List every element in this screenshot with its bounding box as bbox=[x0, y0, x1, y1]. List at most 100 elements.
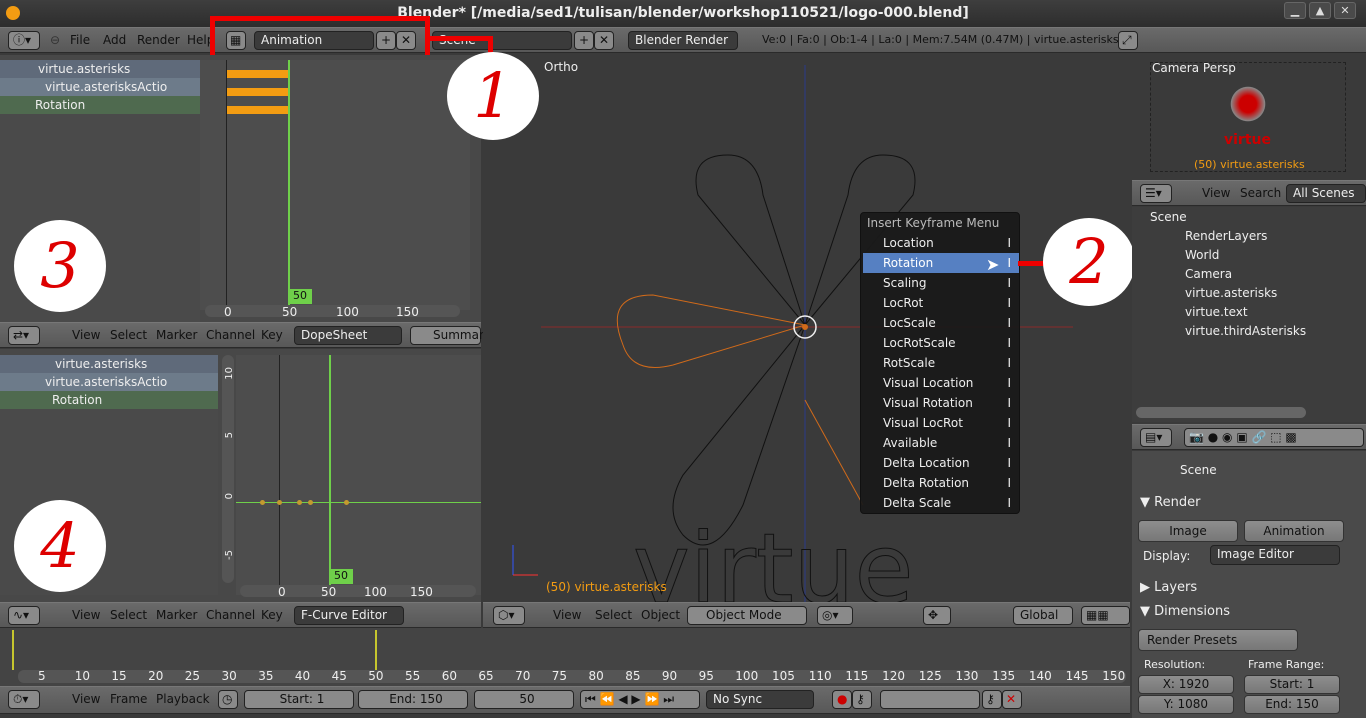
keyframe-point[interactable] bbox=[260, 500, 265, 505]
menu-add[interactable]: Add bbox=[103, 33, 126, 47]
outliner-row-world[interactable]: World bbox=[1185, 246, 1219, 265]
dopesheet-grid[interactable] bbox=[200, 60, 470, 310]
resolution-x-field[interactable]: X: 1920 bbox=[1138, 675, 1234, 694]
keyframe-point[interactable] bbox=[297, 500, 302, 505]
timeline-current-frame[interactable] bbox=[375, 630, 377, 670]
outliner-row-camera[interactable]: Camera bbox=[1185, 265, 1232, 284]
timeline-start-field[interactable]: Start: 1 bbox=[244, 690, 354, 709]
frame-end-field[interactable]: End: 150 bbox=[1244, 695, 1340, 714]
menu-search[interactable]: Search bbox=[1240, 186, 1281, 200]
menu-view[interactable]: View bbox=[553, 608, 581, 622]
channel-action[interactable]: virtue.asterisksActio bbox=[0, 78, 200, 96]
menu-item-delta-rotation[interactable]: Delta Rotation I bbox=[863, 473, 1019, 493]
outliner-row-third-asterisks[interactable]: virtue.thirdAsterisks bbox=[1185, 322, 1306, 341]
menu-channel[interactable]: Channel bbox=[206, 328, 255, 342]
mode-select[interactable]: Object Mode bbox=[687, 606, 807, 625]
menu-item-locscale[interactable]: LocScale I bbox=[863, 313, 1019, 333]
channel-action[interactable]: virtue.asterisksActio bbox=[0, 373, 218, 391]
editor-type-icon[interactable]: ⬡▾ bbox=[493, 606, 525, 625]
menu-item-delta-location[interactable]: Delta Location I bbox=[863, 453, 1019, 473]
timeline-end-field[interactable]: End: 150 bbox=[358, 690, 468, 709]
menu-item-location[interactable]: Location I bbox=[863, 233, 1019, 253]
graph-v-scrollbar[interactable] bbox=[222, 355, 234, 583]
outliner-row-virtue-asterisks[interactable]: virtue.asterisks bbox=[1185, 284, 1277, 303]
editor-type-icon[interactable]: ⓘ▾ bbox=[8, 31, 40, 50]
minimize-button[interactable]: ▁ bbox=[1284, 2, 1306, 19]
insert-key-icon[interactable]: ⚷ bbox=[982, 690, 1002, 709]
graph-mode-select[interactable]: F-Curve Editor bbox=[294, 606, 404, 625]
current-frame-field[interactable]: 50 bbox=[474, 690, 574, 709]
menu-item-visual-locrot[interactable]: Visual LocRot I bbox=[863, 413, 1019, 433]
render-engine-select[interactable]: Blender Render bbox=[628, 31, 738, 50]
current-frame-line[interactable] bbox=[329, 355, 331, 595]
keyframe-point[interactable] bbox=[308, 500, 313, 505]
outliner-row-virtue-text[interactable]: virtue.text bbox=[1185, 303, 1248, 322]
keyframe-point[interactable] bbox=[277, 500, 282, 505]
collapse-icon[interactable]: ⊖ bbox=[50, 33, 60, 47]
menu-object[interactable]: Object bbox=[641, 608, 680, 622]
preview-range-icon[interactable]: ◷ bbox=[218, 690, 238, 709]
render-image-button[interactable]: Image bbox=[1138, 520, 1238, 542]
editor-type-icon[interactable]: ☰▾ bbox=[1140, 184, 1172, 203]
menu-item-visual-rotation[interactable]: Visual Rotation I bbox=[863, 393, 1019, 413]
resolution-y-field[interactable]: Y: 1080 bbox=[1138, 695, 1234, 714]
channel-object[interactable]: virtue.asterisks bbox=[0, 60, 200, 78]
keyframe-point[interactable] bbox=[344, 500, 349, 505]
menu-item-available[interactable]: Available I bbox=[863, 433, 1019, 453]
menu-view[interactable]: View bbox=[72, 328, 100, 342]
keying-icon[interactable]: ⚷ bbox=[852, 690, 872, 709]
remove-scene-icon[interactable]: ✕ bbox=[594, 31, 614, 50]
summary-toggle[interactable]: Summary bbox=[410, 326, 491, 345]
menu-item-locrotscale[interactable]: LocRotScale I bbox=[863, 333, 1019, 353]
frame-start-field[interactable]: Start: 1 bbox=[1244, 675, 1340, 694]
display-select[interactable]: Image Editor bbox=[1210, 545, 1340, 565]
editor-type-icon[interactable]: ▤▾ bbox=[1140, 428, 1172, 447]
manipulator-icon[interactable]: ✥ bbox=[923, 606, 951, 625]
menu-key[interactable]: Key bbox=[261, 328, 283, 342]
menu-playback[interactable]: Playback bbox=[156, 692, 210, 706]
layers-panel-header[interactable]: ▶ Layers bbox=[1140, 580, 1197, 595]
menu-render[interactable]: Render bbox=[137, 33, 180, 47]
editor-type-icon[interactable]: ⇄▾ bbox=[8, 326, 40, 345]
menu-marker[interactable]: Marker bbox=[156, 608, 197, 622]
menu-frame[interactable]: Frame bbox=[110, 692, 147, 706]
menu-select[interactable]: Select bbox=[110, 328, 147, 342]
menu-item-delta-scale[interactable]: Delta Scale I bbox=[863, 493, 1019, 513]
render-animation-button[interactable]: Animation bbox=[1244, 520, 1344, 542]
maximize-button[interactable]: ▲ bbox=[1309, 2, 1331, 19]
fullscreen-icon[interactable]: ⤢ bbox=[1118, 31, 1138, 50]
orientation-select[interactable]: Global bbox=[1013, 606, 1073, 625]
channel-rotation[interactable]: Rotation bbox=[0, 96, 200, 114]
playback-controls[interactable]: ⏮ ⏪ ◀ ▶ ⏩ ⏭ bbox=[580, 690, 700, 709]
menu-key[interactable]: Key bbox=[261, 608, 283, 622]
menu-item-scaling[interactable]: Scaling I bbox=[863, 273, 1019, 293]
outliner-filter-select[interactable]: All Scenes bbox=[1286, 184, 1366, 203]
layer-buttons[interactable]: ▦▦ bbox=[1081, 606, 1130, 625]
dopesheet-scrollbar[interactable] bbox=[205, 305, 460, 317]
sync-select[interactable]: No Sync bbox=[706, 690, 814, 709]
graph-grid[interactable] bbox=[236, 355, 481, 595]
menu-select[interactable]: Select bbox=[110, 608, 147, 622]
menu-view[interactable]: View bbox=[1202, 186, 1230, 200]
add-scene-icon[interactable]: + bbox=[574, 31, 594, 50]
dopesheet-mode-select[interactable]: DopeSheet bbox=[294, 326, 402, 345]
context-tabs[interactable]: 📷 ● ◉ ▣ 🔗 ⬚ ▩ bbox=[1184, 428, 1364, 447]
keying-set-field[interactable] bbox=[880, 690, 980, 709]
record-icon[interactable]: ● bbox=[832, 690, 852, 709]
menu-view[interactable]: View bbox=[72, 692, 100, 706]
editor-type-icon[interactable]: ⏱▾ bbox=[8, 690, 40, 709]
menu-item-rotscale[interactable]: RotScale I bbox=[863, 353, 1019, 373]
outliner-scrollbar[interactable] bbox=[1136, 407, 1306, 418]
menu-file[interactable]: File bbox=[70, 33, 90, 47]
close-window-button[interactable]: ✕ bbox=[1334, 2, 1356, 19]
outliner-row-scene[interactable]: Scene bbox=[1150, 208, 1187, 227]
dimensions-panel-header[interactable]: ▼ Dimensions bbox=[1140, 604, 1230, 619]
menu-select[interactable]: Select bbox=[595, 608, 632, 622]
render-panel-header[interactable]: ▼ Render bbox=[1140, 495, 1200, 510]
delete-key-icon[interactable]: ✕ bbox=[1002, 690, 1022, 709]
graph-h-scrollbar[interactable] bbox=[240, 585, 476, 597]
menu-marker[interactable]: Marker bbox=[156, 328, 197, 342]
menu-view[interactable]: View bbox=[72, 608, 100, 622]
channel-object[interactable]: virtue.asterisks bbox=[0, 355, 218, 373]
shading-select[interactable]: ◎▾ bbox=[817, 606, 853, 625]
